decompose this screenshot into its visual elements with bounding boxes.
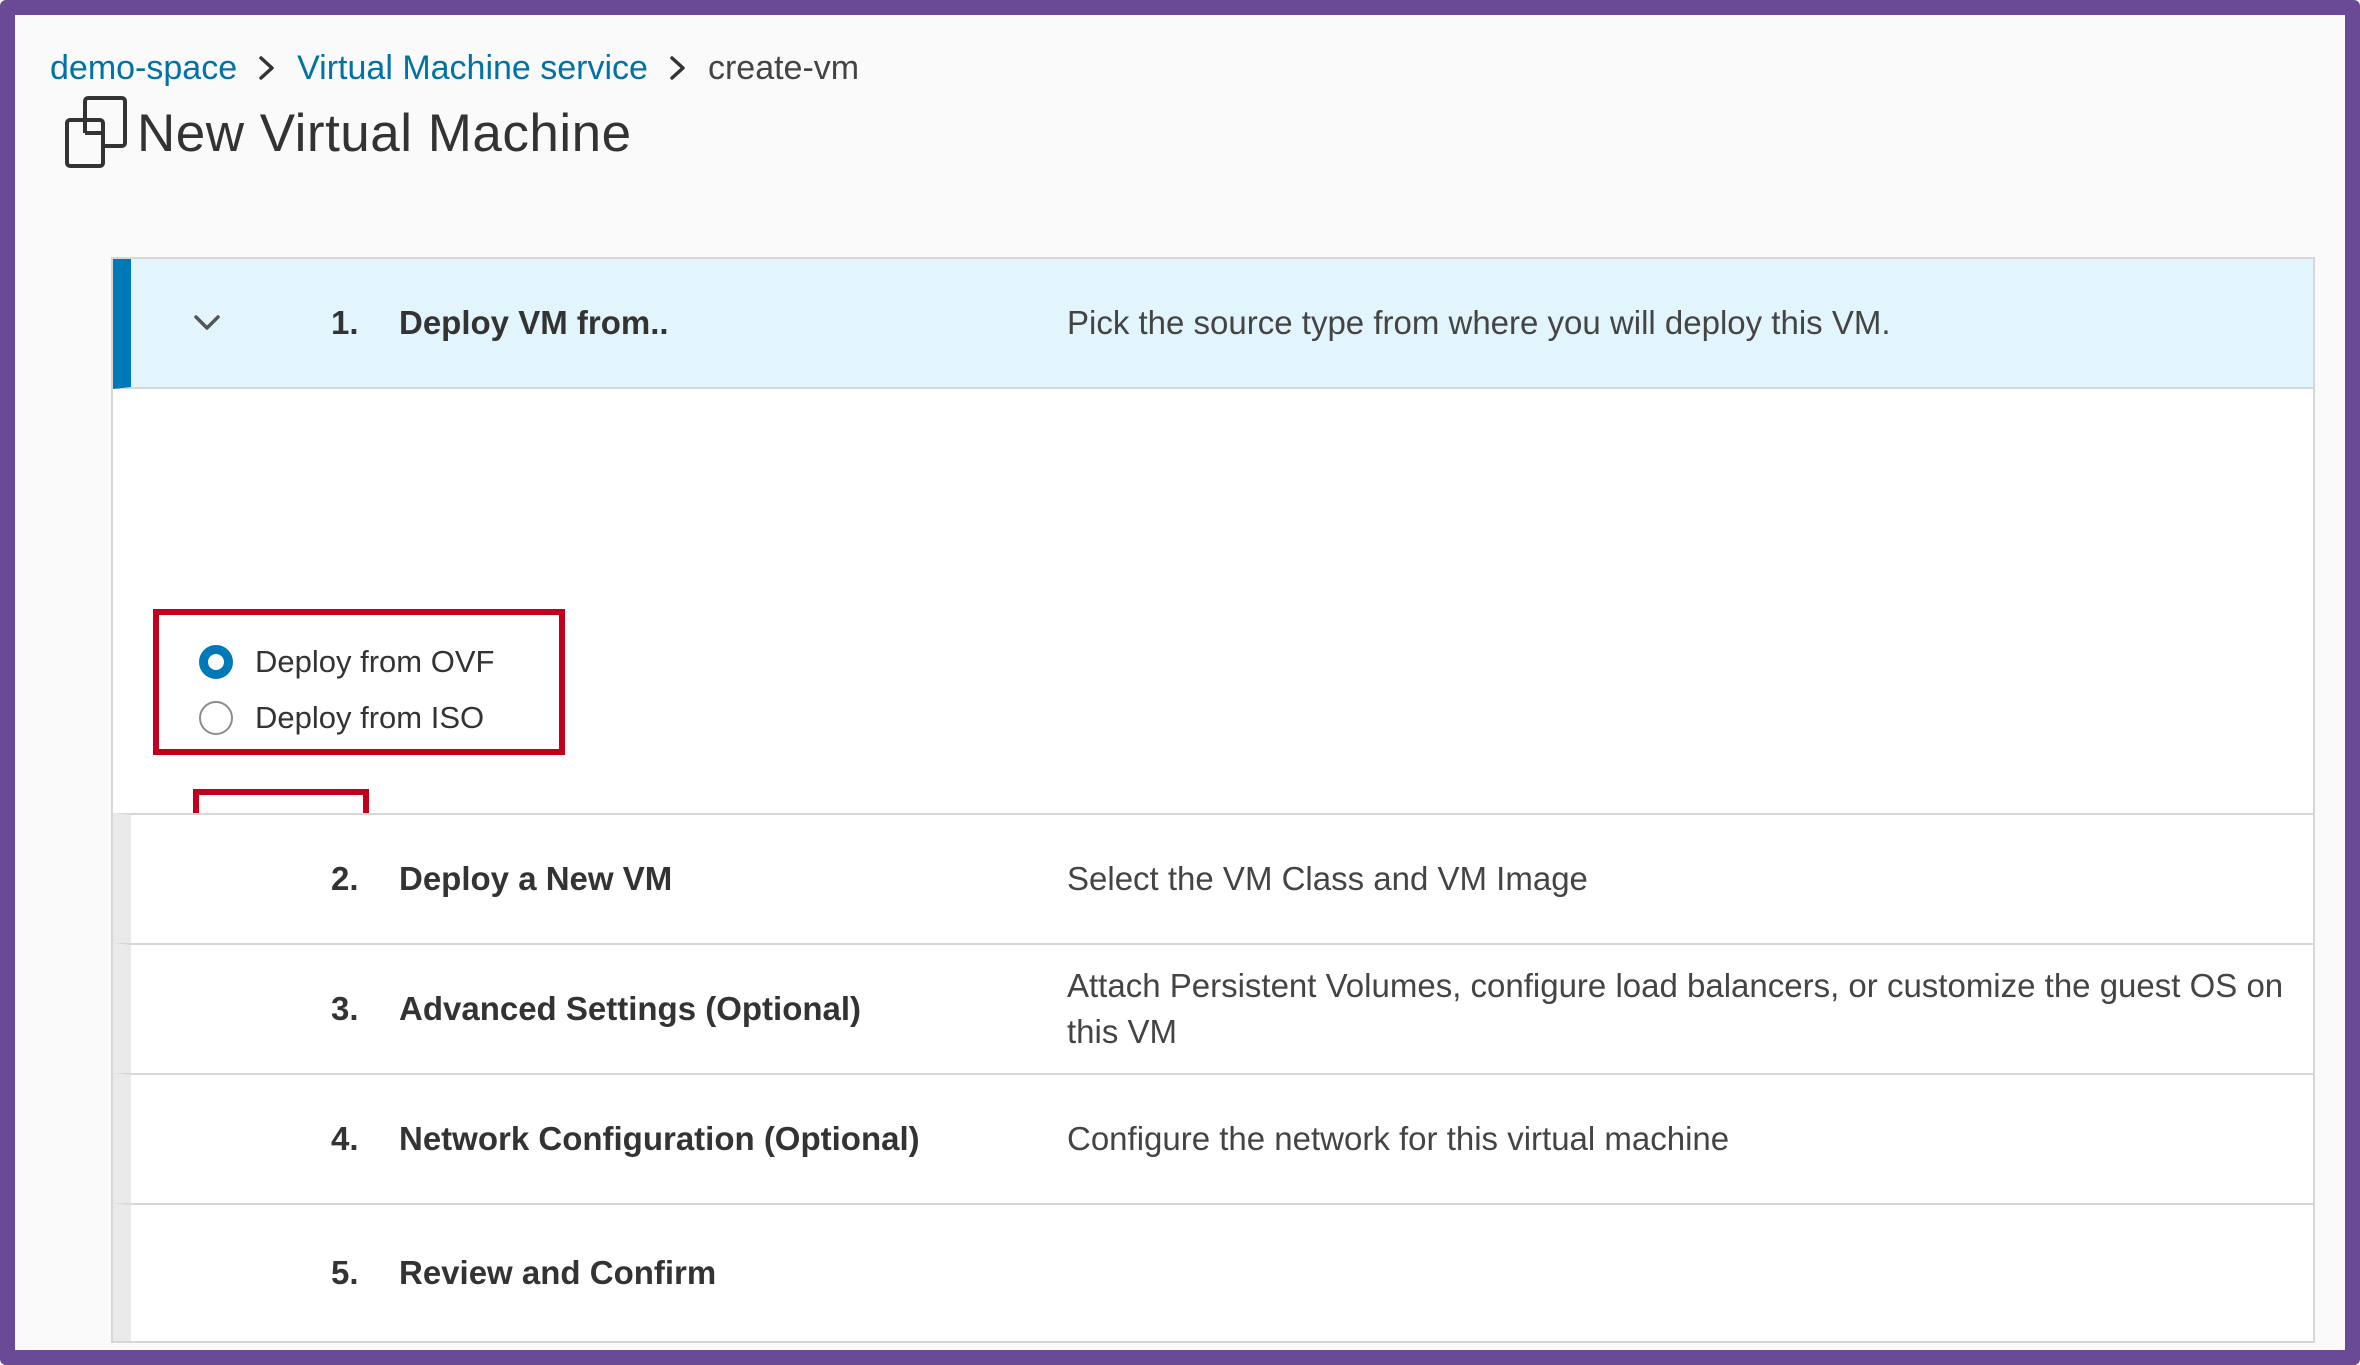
virtual-machine-icon bbox=[65, 96, 127, 168]
breadcrumb-current: create-vm bbox=[707, 48, 860, 87]
step-number: 2. bbox=[331, 860, 359, 897]
step-description: Attach Persistent Volumes, configure loa… bbox=[1067, 967, 2284, 1050]
chevron-down-icon[interactable] bbox=[191, 309, 223, 337]
step-title: Review and Confirm bbox=[399, 1254, 717, 1291]
step-description: Select the VM Class and VM Image bbox=[1067, 860, 1588, 897]
step-description: Pick the source type from where you will… bbox=[1067, 304, 1891, 341]
step-number: 3. bbox=[331, 990, 359, 1027]
breadcrumb-vm-service-link[interactable]: Virtual Machine service bbox=[297, 49, 648, 88]
breadcrumb: demo-space Virtual Machine service creat… bbox=[50, 45, 859, 91]
radio-deploy-iso[interactable]: Deploy from ISO bbox=[199, 697, 484, 739]
page-title: New Virtual Machine bbox=[137, 103, 632, 163]
step-number: 5. bbox=[331, 1254, 359, 1291]
highlight-box: Deploy from OVF Deploy from ISO bbox=[153, 609, 565, 755]
step-5-header[interactable]: 5. Review and Confirm bbox=[113, 1203, 2313, 1341]
app-window: demo-space Virtual Machine service creat… bbox=[0, 0, 2360, 1365]
wizard-stepper: 1. Deploy VM from.. Pick the source type… bbox=[111, 257, 2315, 1343]
step-3-header[interactable]: 3. Advanced Settings (Optional) Attach P… bbox=[113, 943, 2313, 1073]
chevron-right-icon bbox=[259, 56, 274, 80]
radio-checked-icon[interactable] bbox=[199, 645, 233, 679]
step-2-header[interactable]: 2. Deploy a New VM Select the VM Class a… bbox=[113, 813, 2313, 943]
page-header: New Virtual Machine bbox=[63, 93, 632, 173]
radio-unchecked-icon[interactable] bbox=[199, 701, 233, 735]
radio-label: Deploy from ISO bbox=[255, 700, 485, 735]
step-title: Deploy VM from.. bbox=[399, 304, 669, 341]
step-1-header[interactable]: 1. Deploy VM from.. Pick the source type… bbox=[113, 259, 2313, 389]
chevron-right-icon bbox=[670, 56, 685, 80]
step-title: Network Configuration (Optional) bbox=[399, 1120, 920, 1157]
step-number: 1. bbox=[331, 304, 359, 341]
step-title: Advanced Settings (Optional) bbox=[399, 990, 862, 1027]
radio-deploy-ovf[interactable]: Deploy from OVF bbox=[199, 641, 494, 683]
step-description: Configure the network for this virtual m… bbox=[1067, 1120, 1730, 1157]
breadcrumb-demo-space-link[interactable]: demo-space bbox=[50, 49, 237, 88]
step-title: Deploy a New VM bbox=[399, 860, 673, 897]
step-4-header[interactable]: 4. Network Configuration (Optional) Conf… bbox=[113, 1073, 2313, 1203]
radio-label: Deploy from OVF bbox=[255, 644, 495, 679]
step-number: 4. bbox=[331, 1120, 359, 1157]
